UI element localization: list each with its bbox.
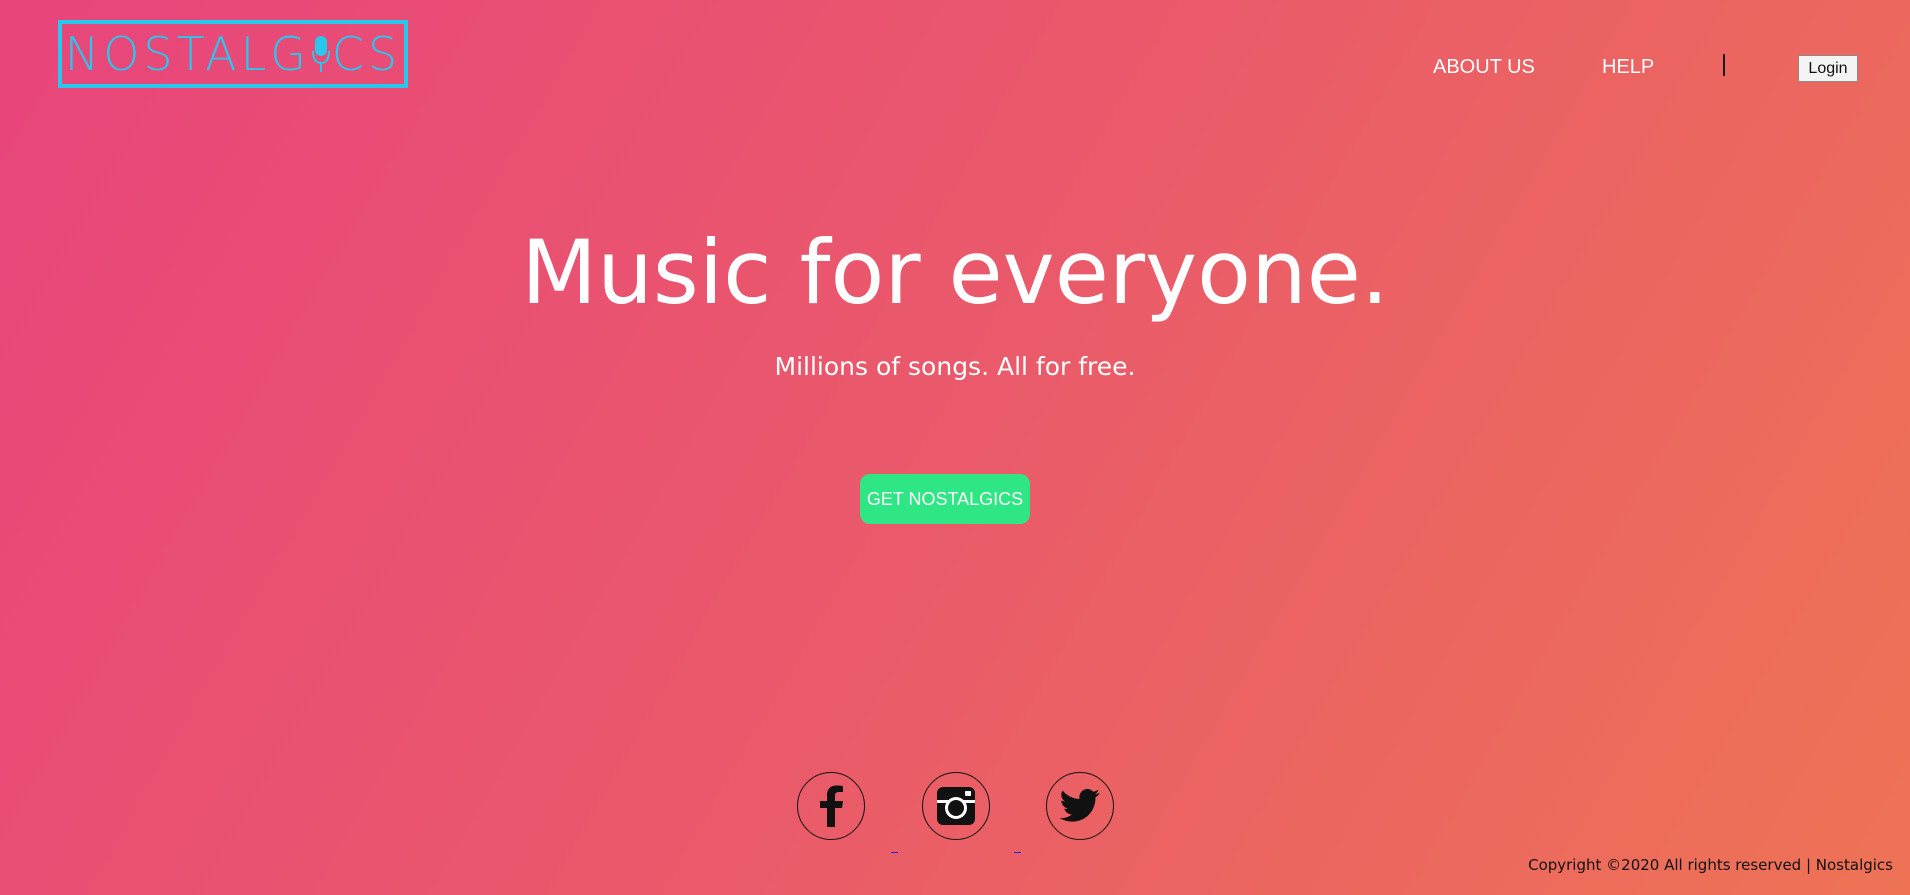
login-button[interactable]: Login — [1798, 55, 1858, 82]
link-underline — [1014, 852, 1021, 853]
get-nostalgics-button[interactable]: GET NOSTALGICS — [860, 474, 1030, 524]
nav-help[interactable]: HELP — [1602, 56, 1654, 79]
instagram-icon — [937, 787, 975, 825]
twitter-icon — [1059, 789, 1100, 822]
link-underline — [891, 852, 898, 853]
logo-text-right: CS — [331, 27, 402, 81]
facebook-link[interactable] — [797, 772, 865, 840]
facebook-icon — [820, 785, 843, 827]
twitter-link[interactable] — [1046, 772, 1114, 840]
hero-subtitle: Millions of songs. All for free. — [774, 352, 1136, 381]
nav-about-us[interactable]: ABOUT US — [1433, 56, 1535, 79]
microphone-icon — [311, 36, 330, 72]
copyright-text: Copyright ©2020 All rights reserved | No… — [1528, 856, 1893, 874]
instagram-link[interactable] — [922, 772, 990, 840]
hero-title: Music for everyone. — [521, 221, 1389, 324]
brand-logo[interactable]: NOSTALG CS — [58, 20, 408, 88]
logo-text-left: NOSTALG — [64, 27, 310, 81]
nav-separator — [1723, 54, 1725, 76]
